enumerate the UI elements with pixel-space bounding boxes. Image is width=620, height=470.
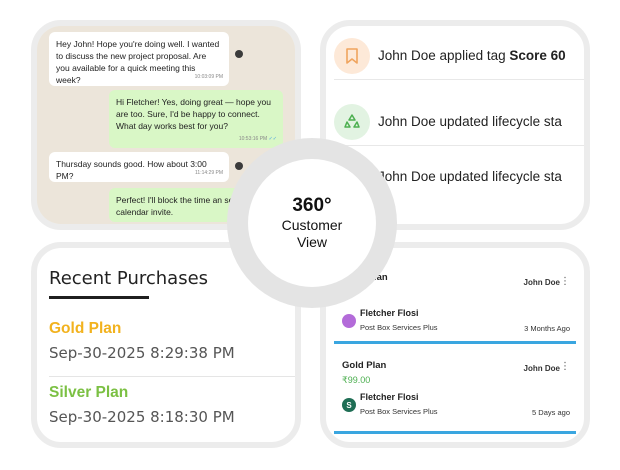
message-time: 10:03:09 PM: [194, 74, 223, 80]
chat-message-incoming: Thursday sounds good. How about 3:00 PM?…: [49, 152, 229, 182]
activity-text: John Doe updated lifecycle sta: [378, 168, 562, 184]
contact-name: Fletcher Flosi: [360, 308, 419, 318]
center-line-1: Customer: [281, 217, 343, 233]
purchase-date: Sep-30-2025 8:18:30 PM: [49, 408, 235, 426]
center-line-2: View: [296, 234, 328, 250]
activity-item[interactable]: John Doe updated lifecycle sta: [334, 98, 584, 146]
purchase-plan-name[interactable]: Silver Plan: [49, 384, 128, 402]
more-options-icon[interactable]: ⋮: [560, 361, 570, 372]
contact-company: Post Box Services Plus: [360, 323, 438, 332]
chat-message-outgoing: Hi Fletcher! Yes, doing great — hope you…: [109, 90, 283, 148]
contact-avatar: [342, 314, 356, 328]
card-price: ₹99.00: [342, 375, 371, 385]
more-options-icon[interactable]: ⋮: [560, 276, 570, 287]
bookmark-icon: [334, 37, 370, 74]
title-underline: [49, 296, 149, 299]
read-tick-icon: ✓✓: [268, 136, 277, 142]
card-age: 5 Days ago: [532, 408, 570, 417]
section-title: Recent Purchases: [49, 268, 209, 289]
card-owner: John Doe: [523, 278, 560, 287]
chat-message-incoming: Hey John! Hope you're doing well. I want…: [49, 32, 229, 86]
message-time: 11:14:29 PM: [195, 170, 223, 176]
purchase-plan-name[interactable]: Gold Plan: [49, 320, 121, 338]
message-time: 10:53:16 PM ✓✓: [238, 136, 277, 142]
card-age: 3 Months Ago: [524, 324, 570, 333]
activity-text: John Doe updated lifecycle sta: [378, 114, 562, 129]
contact-avatar: S: [342, 398, 356, 412]
contact-name: Fletcher Flosi: [360, 392, 419, 402]
activity-text: John Doe applied tag Score 60: [378, 48, 566, 63]
card-plan-name: Gold Plan: [342, 360, 387, 371]
center-title: 360°: [292, 195, 332, 216]
activity-item[interactable]: John Doe applied tag Score 60: [334, 32, 584, 80]
purchase-date: Sep-30-2025 8:29:38 PM: [49, 344, 235, 362]
center-badge: 360° Customer View: [248, 159, 376, 287]
sender-avatar-icon: [235, 162, 243, 170]
sender-avatar-icon: [235, 50, 243, 58]
card-owner: John Doe: [523, 364, 560, 373]
subscription-card[interactable]: Gold Plan ₹99.00 John Doe ⋮ S Fletcher F…: [334, 352, 576, 434]
recycle-icon: [334, 103, 370, 140]
contact-company: Post Box Services Plus: [360, 407, 438, 416]
divider: [49, 376, 295, 377]
